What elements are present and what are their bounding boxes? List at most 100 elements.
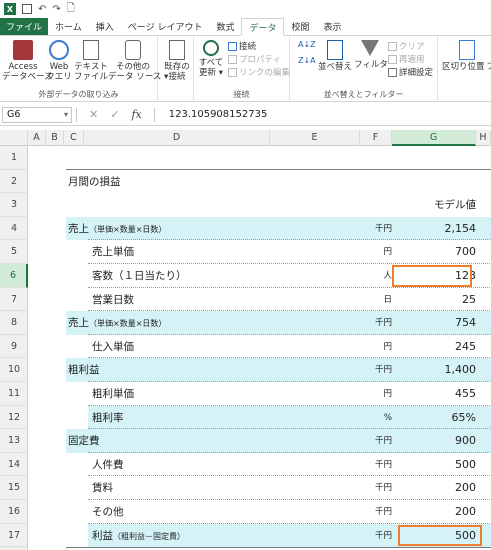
table-row: 売上（単価×数量×日数） 千円 2,154 xyxy=(28,216,491,242)
row-value-cell[interactable]: 500 xyxy=(393,453,476,477)
refresh-all-button[interactable]: すべて 更新 ▾ xyxy=(196,38,226,78)
name-box[interactable]: G6 xyxy=(2,106,72,123)
table-row: 売上単価 円 700 xyxy=(28,240,491,264)
tab-view[interactable]: 表示 xyxy=(317,18,349,35)
row-value-cell[interactable]: 1,400 xyxy=(393,358,477,382)
advanced-filter-button[interactable]: 詳細設定 xyxy=(388,66,433,78)
row-header-1[interactable]: 1 xyxy=(0,146,28,170)
reapply-button[interactable]: 再適用 xyxy=(388,53,425,65)
properties-button[interactable]: プロパティ xyxy=(228,53,281,65)
column-header-c[interactable]: C xyxy=(64,130,84,146)
worksheet-grid[interactable]: 月間の損益 モデル値 売上（単価×数量×日数） 千円 2,154 売上単価円 700 客数… xyxy=(28,146,491,550)
tab-page-layout[interactable]: ページ レイアウト xyxy=(121,18,210,35)
filter-button[interactable]: フィルター xyxy=(354,38,396,70)
sort-za-button[interactable]: Z↓A xyxy=(298,56,316,65)
connections-group-label: 接続 xyxy=(233,90,250,99)
sort-az-icon: A↓Z xyxy=(298,40,316,49)
formula-input[interactable]: 123.105908152735 xyxy=(159,109,268,120)
text-to-columns-button[interactable]: 区切り位置フ xyxy=(442,38,491,72)
undo-icon[interactable]: ↶ xyxy=(38,4,46,15)
existing-connections-button[interactable]: 既存の 接続 xyxy=(161,38,193,82)
access-button[interactable]: Access データベース xyxy=(2,38,53,82)
row-header-2[interactable]: 2 xyxy=(0,170,28,194)
row-label: 売上（単価×数量×日数） xyxy=(68,217,166,242)
top-rule xyxy=(66,169,491,170)
cancel-icon[interactable]: ✕ xyxy=(89,108,98,121)
row-label-text: 仕入単価 xyxy=(92,340,134,353)
row-header-15[interactable]: 15 xyxy=(0,476,28,500)
other-sources-button[interactable]: その他の データ ソース ▾ xyxy=(108,38,168,82)
column-header-e[interactable]: E xyxy=(270,130,360,146)
row-unit: 千円 xyxy=(374,223,392,234)
tab-review[interactable]: 校閲 xyxy=(284,18,316,35)
insert-function-icon[interactable]: fx xyxy=(131,108,141,121)
profit-cell-highlight xyxy=(398,524,482,547)
web-query-button[interactable]: Web クエリ xyxy=(44,38,74,82)
table-row: その他 千円 200 xyxy=(28,500,491,524)
row-value-cell[interactable]: 455 xyxy=(393,382,476,406)
other-sources-icon xyxy=(125,40,141,60)
tab-file[interactable]: ファイル xyxy=(0,18,49,35)
row-header-9[interactable]: 9 xyxy=(0,335,28,359)
tab-insert[interactable]: 挿入 xyxy=(89,18,121,35)
redo-icon[interactable]: ↷ xyxy=(52,4,60,15)
text-file-button[interactable]: テキスト ファイル xyxy=(74,38,108,82)
row-header-4[interactable]: 4 xyxy=(0,217,28,241)
sheet-title: 月間の損益 xyxy=(68,175,121,188)
select-all-corner[interactable] xyxy=(0,130,28,146)
tab-home[interactable]: ホーム xyxy=(48,18,89,35)
row-value-cell[interactable]: 2,154 xyxy=(393,217,477,241)
ribbon-tabs: ファイル ホーム 挿入 ページ レイアウト 数式 データ 校閲 表示 xyxy=(0,18,491,36)
row-label: 客数（１日当たり） xyxy=(92,264,187,289)
sort-icon xyxy=(327,40,343,60)
row-header-8[interactable]: 8 xyxy=(0,311,28,335)
row-header-16[interactable]: 16 xyxy=(0,500,28,524)
save-icon[interactable] xyxy=(22,4,32,14)
quick-access-toolbar: X ↶ ↷ 🗋 xyxy=(0,0,491,18)
row-unit: 千円 xyxy=(374,530,392,541)
column-header-d[interactable]: D xyxy=(84,130,270,146)
row-value-cell[interactable]: 200 xyxy=(393,500,476,524)
enter-icon[interactable]: ✓ xyxy=(110,108,119,121)
edit-links-button[interactable]: リンクの編集 xyxy=(228,66,290,78)
row-label: 固定費 xyxy=(68,429,100,454)
print-preview-icon[interactable]: 🗋 xyxy=(67,1,75,18)
row-value-cell[interactable]: 245 xyxy=(393,335,476,359)
column-header-b[interactable]: B xyxy=(46,130,64,146)
column-header-h[interactable]: H xyxy=(476,130,491,146)
row-value-cell[interactable]: 900 xyxy=(393,429,476,453)
column-header-g[interactable]: G xyxy=(392,130,476,146)
row-value-cell[interactable]: 25 xyxy=(393,288,476,312)
row-label-text: 粗利単価 xyxy=(92,388,134,400)
row-value-cell[interactable]: 200 xyxy=(393,476,476,500)
clear-filter-button[interactable]: クリア xyxy=(388,40,425,52)
column-header-a[interactable]: A xyxy=(28,130,46,146)
tab-data[interactable]: データ xyxy=(241,18,285,36)
column-header-f[interactable]: F xyxy=(360,130,392,146)
sort-az-button[interactable]: A↓Z xyxy=(298,40,316,49)
row-header-10[interactable]: 10 xyxy=(0,358,28,382)
header-row: モデル値 xyxy=(28,193,491,217)
row-header-3[interactable]: 3 xyxy=(0,193,28,217)
row-header-11[interactable]: 11 xyxy=(0,382,28,406)
row-header-12[interactable]: 12 xyxy=(0,406,28,430)
refresh-icon xyxy=(203,40,219,56)
row-header-5[interactable]: 5 xyxy=(0,240,28,264)
row-header-17[interactable]: 17 xyxy=(0,524,28,548)
row-header-13[interactable]: 13 xyxy=(0,429,28,453)
connections-icon xyxy=(228,41,237,51)
tab-formulas[interactable]: 数式 xyxy=(209,18,241,35)
row-value-cell[interactable]: 700 xyxy=(393,240,476,264)
row-header-14[interactable]: 14 xyxy=(0,453,28,477)
row-headers: 1 2 3 4 5 6 7 8 9 10 11 12 13 14 15 16 17 xyxy=(0,146,28,550)
row-header-6[interactable]: 6 xyxy=(0,264,28,288)
table-row: 粗利単価 円 455 xyxy=(28,382,491,406)
text-to-columns-icon xyxy=(458,40,475,60)
sort-button[interactable]: 並べ替え xyxy=(318,38,352,72)
row-unit: 人 xyxy=(383,271,392,281)
row-label: 売上単価 xyxy=(92,240,134,265)
row-value-cell[interactable]: 65% xyxy=(393,406,476,430)
connections-button[interactable]: 接続 xyxy=(228,40,256,52)
row-header-7[interactable]: 7 xyxy=(0,288,28,312)
row-value-cell[interactable]: 754 xyxy=(393,311,476,335)
